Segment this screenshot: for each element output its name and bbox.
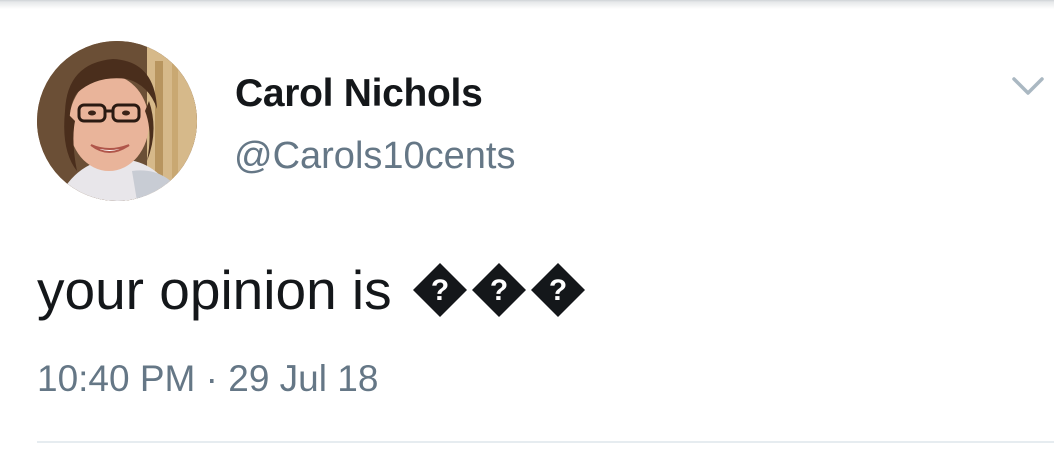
replacement-glyph-mark: ? [430, 274, 448, 307]
replacement-character-icon: ? [471, 262, 527, 318]
tweet-text: your opinion is ? ? ? [37, 258, 586, 322]
replacement-glyphs: ? ? ? [412, 262, 586, 318]
avatar[interactable] [37, 41, 197, 201]
replacement-character-icon: ? [530, 262, 586, 318]
author-display-name[interactable]: Carol Nichols [235, 70, 483, 118]
top-edge-shadow [0, 0, 1054, 10]
replacement-glyph-mark: ? [548, 274, 566, 307]
avatar-photo [37, 41, 197, 201]
chevron-down-icon[interactable] [1010, 74, 1046, 98]
divider [37, 441, 1054, 443]
replacement-character-icon: ? [412, 262, 468, 318]
tweet-text-body: your opinion is [37, 259, 392, 321]
replacement-glyph-mark: ? [489, 274, 507, 307]
author-handle[interactable]: @Carols10cents [234, 132, 515, 180]
tweet-timestamp[interactable]: 10:40 PM · 29 Jul 18 [37, 356, 378, 402]
